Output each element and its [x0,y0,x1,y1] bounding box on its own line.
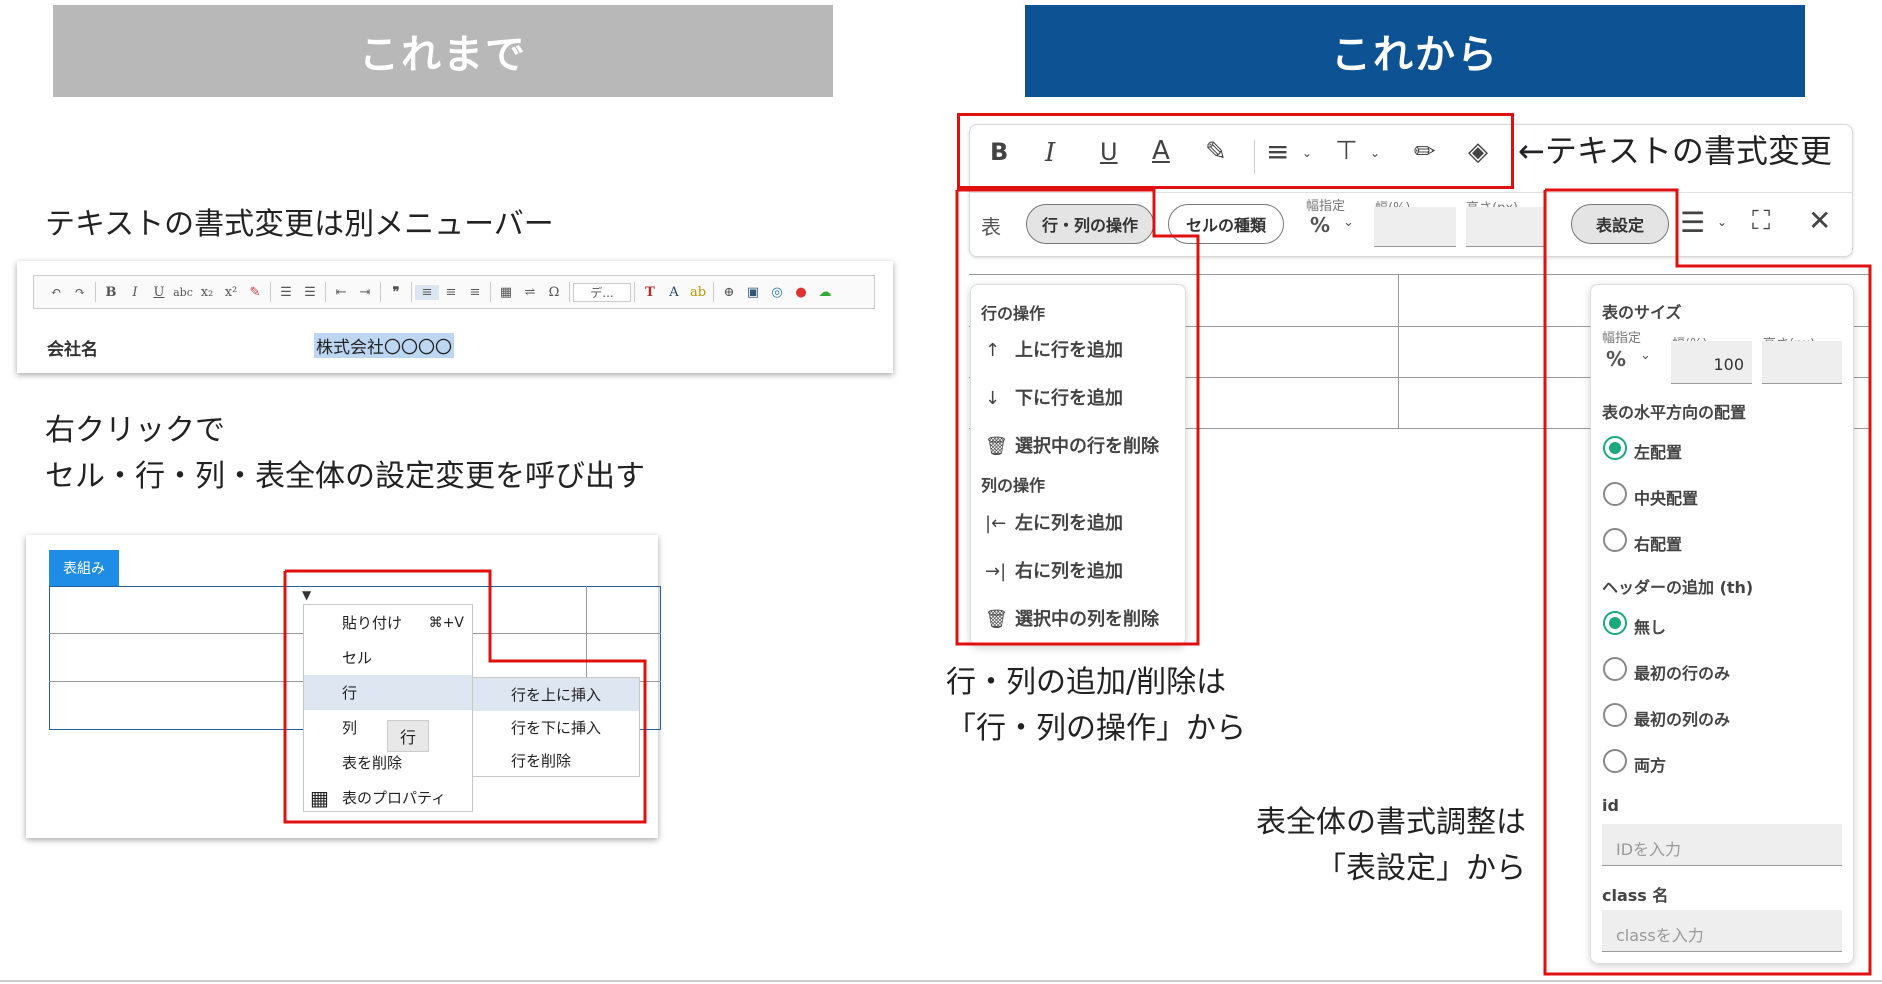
new-highlight-outlines [955,188,1872,976]
